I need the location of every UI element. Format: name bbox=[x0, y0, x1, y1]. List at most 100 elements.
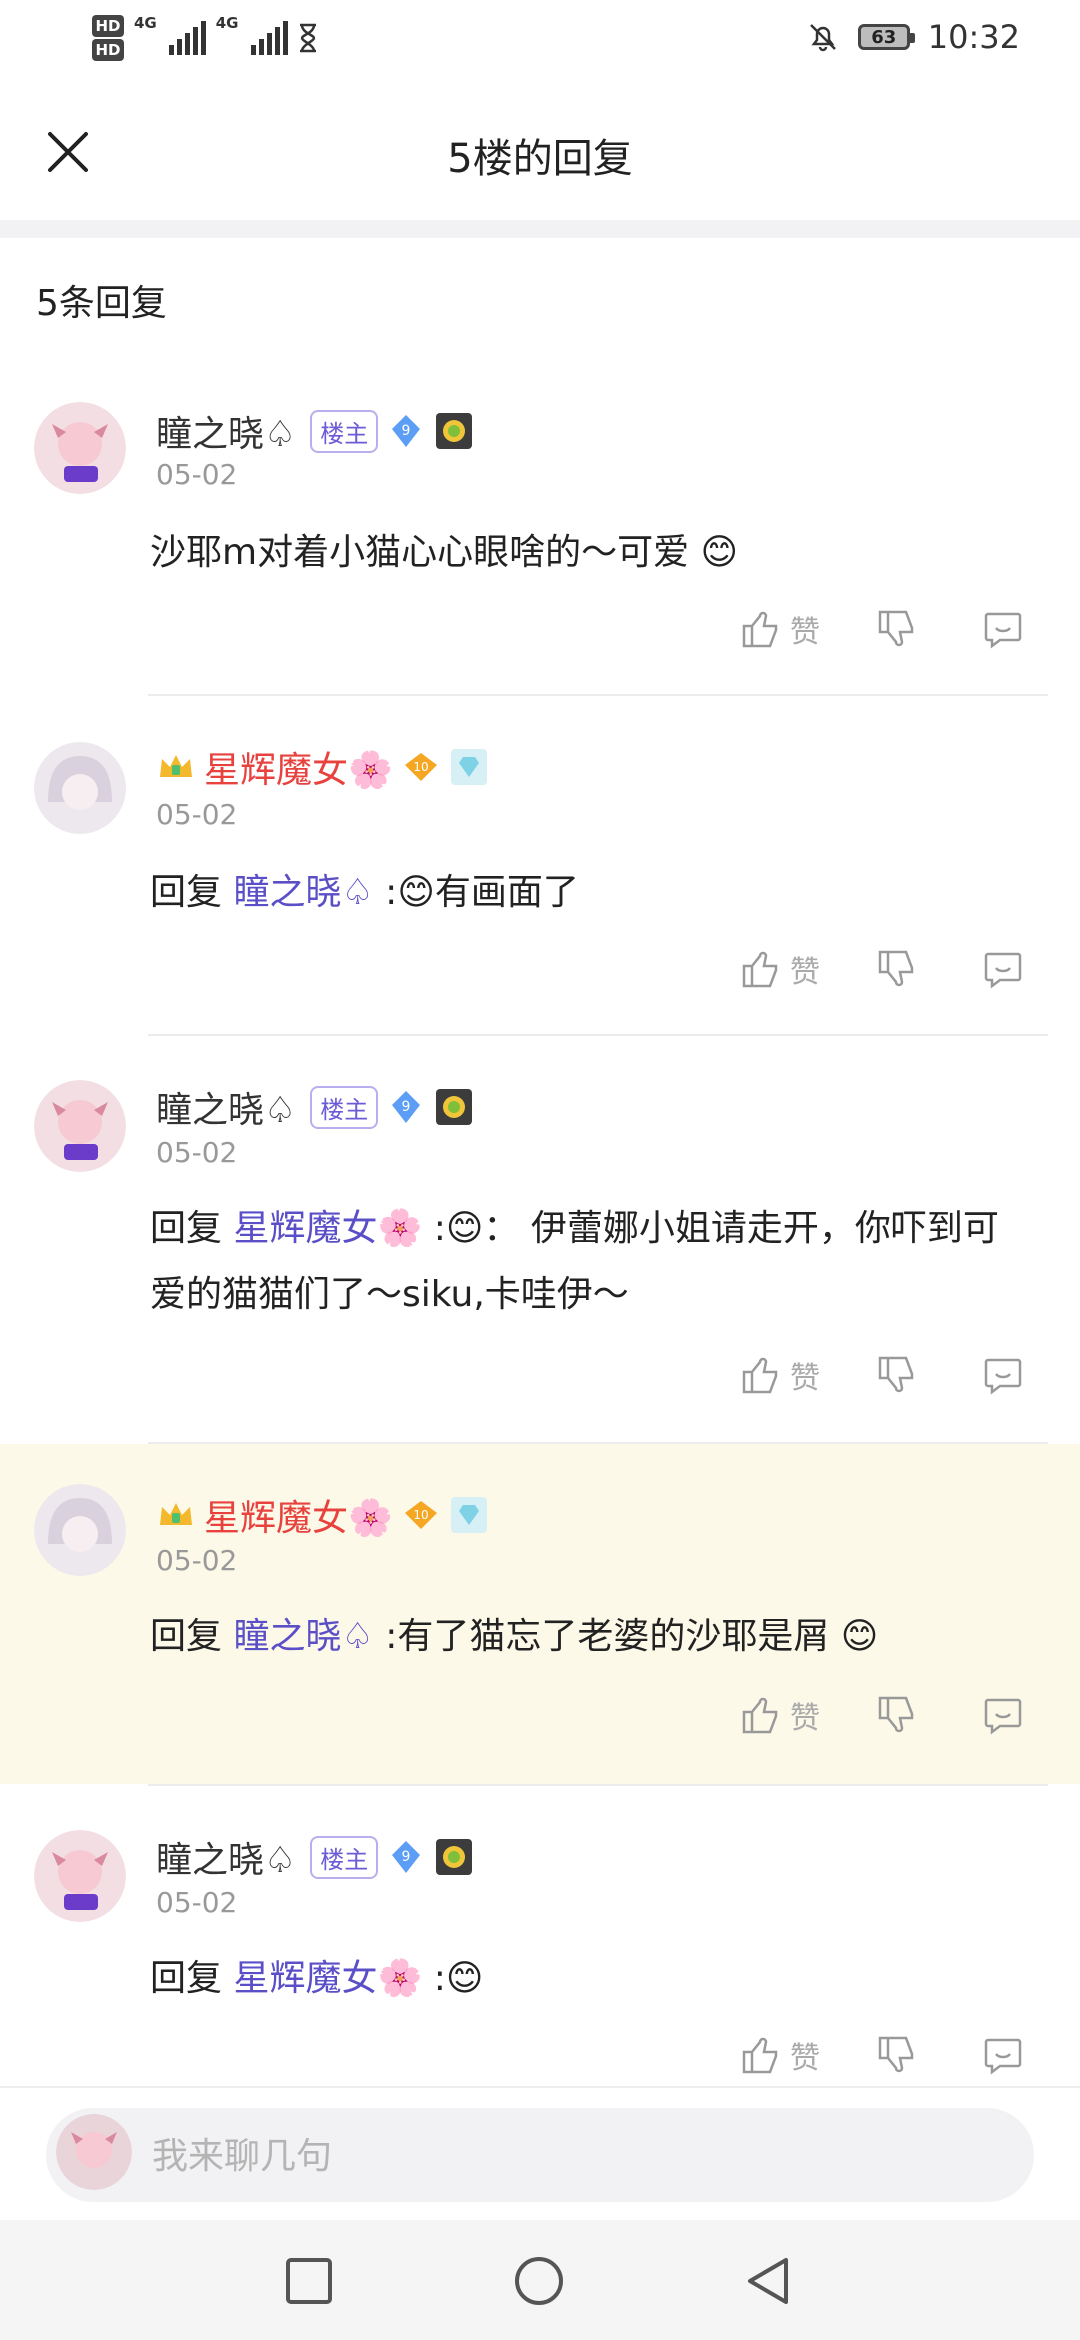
crown-icon bbox=[160, 1503, 192, 1525]
username[interactable]: 瞳之晓♤ bbox=[156, 1831, 296, 1883]
dislike-button[interactable] bbox=[874, 606, 920, 652]
diamond-badge-icon bbox=[450, 749, 487, 785]
mention-link[interactable]: 瞳之晓♤ bbox=[233, 872, 373, 913]
back-nav-icon[interactable] bbox=[742, 2254, 796, 2308]
comment-3: 瞳之晓♤ 楼主 9 05-02 回复 星辉魔女🌸 :😊： 伊蕾娜小姐请走开，你吓… bbox=[0, 1058, 1080, 1444]
dislike-button[interactable] bbox=[874, 1692, 920, 1738]
dislike-icon bbox=[878, 1696, 914, 1733]
system-nav-bar bbox=[0, 2220, 1080, 2340]
reply-button[interactable] bbox=[980, 606, 1026, 652]
dislike-button[interactable] bbox=[874, 1352, 920, 1398]
sun-badge-icon bbox=[436, 413, 473, 449]
gem-badge-icon: 10 bbox=[404, 753, 437, 781]
comment-text: 沙耶m对着小猫心心眼啥的～可爱 😊 bbox=[150, 520, 1030, 586]
mention-link[interactable]: 瞳之晓♤ bbox=[233, 1616, 373, 1657]
my-avatar bbox=[56, 2114, 132, 2190]
op-tag: 楼主 bbox=[310, 409, 379, 453]
like-label: 赞 bbox=[790, 955, 820, 990]
comment-body: 沙耶m对着小猫心心眼啥的～可爱 bbox=[150, 532, 690, 573]
like-button[interactable]: 赞 bbox=[738, 2032, 820, 2078]
username[interactable]: 瞳之晓♤ bbox=[156, 1081, 296, 1133]
smile-emoji-icon: 😊 bbox=[840, 1616, 879, 1657]
reply-button[interactable] bbox=[980, 2032, 1026, 2078]
op-tag: 楼主 bbox=[310, 1085, 379, 1129]
comment-date: 05-02 bbox=[156, 1886, 238, 1919]
reply-button[interactable] bbox=[980, 946, 1026, 992]
smile-emoji-icon: 😊 bbox=[700, 532, 739, 573]
username[interactable]: 瞳之晓♤ bbox=[156, 405, 296, 457]
comment-input[interactable] bbox=[150, 2108, 994, 2204]
battery-level: 63 bbox=[871, 26, 897, 48]
mention-link[interactable]: 星辉魔女🌸 bbox=[233, 1208, 422, 1249]
comment-actions: 赞 bbox=[738, 1352, 1026, 1398]
reply-button[interactable] bbox=[980, 1352, 1026, 1398]
comment-text: 回复 瞳之晓♤ :😊有画面了 bbox=[150, 872, 579, 913]
comment-input-bar bbox=[0, 2086, 1080, 2222]
avatar[interactable] bbox=[34, 1080, 126, 1172]
level-text: 9 bbox=[402, 1099, 411, 1115]
comment-body: 有画面了 bbox=[434, 872, 579, 913]
header: 5楼的回复 bbox=[0, 86, 1080, 220]
username[interactable]: 星辉魔女🌸 bbox=[204, 1489, 393, 1541]
reply-button[interactable] bbox=[980, 1692, 1026, 1738]
smile-emoji-icon: 😊 bbox=[397, 872, 435, 913]
level-text: 10 bbox=[413, 1508, 428, 1522]
comment-date: 05-02 bbox=[156, 1136, 238, 1169]
name-row: 瞳之晓♤ 楼主 9 bbox=[156, 1082, 474, 1132]
comment-icon bbox=[984, 1358, 1022, 1395]
smile-emoji-icon: 😊 bbox=[445, 1208, 484, 1249]
avatar[interactable] bbox=[34, 402, 126, 494]
signal2-icon bbox=[250, 21, 288, 55]
clock: 10:32 bbox=[927, 18, 1020, 56]
reply-prefix: 回复 bbox=[150, 872, 234, 913]
username[interactable]: 星辉魔女🌸 bbox=[204, 741, 393, 793]
reply-prefix: 回复 bbox=[150, 1958, 234, 1999]
like-button[interactable]: 赞 bbox=[738, 1352, 820, 1398]
like-button[interactable]: 赞 bbox=[738, 1692, 820, 1738]
dislike-icon bbox=[878, 1356, 914, 1393]
like-label: 赞 bbox=[790, 1361, 820, 1396]
name-row: 瞳之晓♤ 楼主 9 bbox=[156, 406, 474, 456]
like-icon bbox=[742, 611, 778, 648]
comment-4: 星辉魔女🌸 10 05-02 回复 瞳之晓♤ :有了猫忘了老婆的沙耶是屑 😊 赞 bbox=[0, 1444, 1080, 1784]
comment-1: 瞳之晓♤ 楼主 9 05-02 沙耶m对着小猫心心眼啥的～可爱 😊 赞 bbox=[0, 380, 1080, 696]
reply-prefix: 回复 bbox=[150, 1616, 234, 1657]
square-nav-icon[interactable] bbox=[282, 2254, 336, 2308]
avatar[interactable] bbox=[34, 1484, 126, 1576]
name-row: 星辉魔女🌸 10 bbox=[156, 1490, 489, 1540]
battery-indicator: 63 bbox=[857, 24, 915, 50]
reply-prefix: 回复 bbox=[150, 1208, 234, 1249]
level-text: 10 bbox=[413, 760, 428, 774]
dislike-icon bbox=[878, 2036, 914, 2073]
like-button[interactable]: 赞 bbox=[738, 606, 820, 652]
mute-bell-icon bbox=[809, 24, 836, 52]
status-bar: HD HD 4G 4G 63 10:32 bbox=[0, 0, 1080, 86]
dislike-button[interactable] bbox=[874, 946, 920, 992]
mention-link[interactable]: 星辉魔女🌸 bbox=[233, 1958, 422, 1999]
smile-emoji-icon: 😊 bbox=[445, 1958, 484, 1999]
comment-text: 回复 星辉魔女🌸 :😊 bbox=[150, 1958, 484, 1999]
comment-separator bbox=[148, 1034, 1048, 1036]
comment-5: 瞳之晓♤ 楼主 9 05-02 回复 星辉魔女🌸 :😊 赞 bbox=[0, 1810, 1080, 2086]
gem-badge-icon: 9 bbox=[392, 415, 421, 447]
comment-actions: 赞 bbox=[738, 2032, 1026, 2078]
comment-separator bbox=[148, 1784, 1048, 1786]
avatar[interactable] bbox=[34, 742, 126, 834]
gem-badge-icon: 9 bbox=[392, 1091, 421, 1123]
header-divider bbox=[0, 220, 1080, 238]
sun-badge-icon bbox=[436, 1839, 473, 1875]
dislike-icon bbox=[878, 950, 914, 987]
like-button[interactable]: 赞 bbox=[738, 946, 820, 992]
comment-icon bbox=[984, 612, 1022, 649]
comment-icon bbox=[984, 2038, 1022, 2075]
circle-nav-icon[interactable] bbox=[512, 2254, 566, 2308]
gem-badge-icon: 10 bbox=[404, 1501, 437, 1529]
comment-input-box[interactable] bbox=[46, 2108, 1034, 2204]
comment-text: 回复 瞳之晓♤ :有了猫忘了老婆的沙耶是屑 😊 bbox=[150, 1604, 1030, 1670]
dislike-button[interactable] bbox=[874, 2032, 920, 2078]
signal1-icon bbox=[168, 21, 206, 55]
level-text: 9 bbox=[402, 423, 411, 439]
avatar[interactable] bbox=[34, 1830, 126, 1922]
op-tag: 楼主 bbox=[310, 1835, 379, 1879]
sun-badge-icon bbox=[436, 1089, 473, 1125]
